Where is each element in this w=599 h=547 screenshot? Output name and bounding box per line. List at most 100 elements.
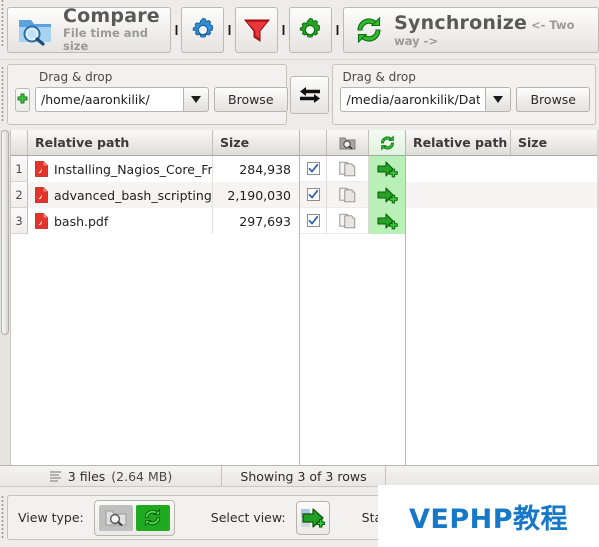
middle-grid-header xyxy=(300,130,405,156)
file-copy-icon xyxy=(327,182,369,208)
folder-search-icon xyxy=(16,13,54,47)
path-gripper-left[interactable] xyxy=(0,67,7,123)
sync-row[interactable] xyxy=(300,208,405,234)
select-view-button[interactable] xyxy=(295,500,330,535)
path-row: Drag & drop Browse xyxy=(0,60,599,130)
status-rows-segment: Showing 3 of 3 rows xyxy=(222,466,386,486)
view-type-label: View type: xyxy=(18,510,84,525)
green-plus-icon xyxy=(16,93,29,106)
table-row[interactable] xyxy=(406,156,599,182)
file-size: 2,190,030 xyxy=(227,187,291,203)
left-drag-drop-label: Drag & drop xyxy=(39,70,113,84)
right-path-combo[interactable] xyxy=(340,87,512,112)
sync-row[interactable] xyxy=(300,182,405,208)
file-name-cell[interactable]: advanced_bash_scripting.pdf xyxy=(28,182,213,208)
row-checkbox[interactable] xyxy=(300,182,327,208)
file-copy-icon xyxy=(327,208,369,234)
category-icon[interactable] xyxy=(327,130,369,155)
right-col-size[interactable]: Size xyxy=(511,130,599,155)
watermark-overlay: VEPHP教程 xyxy=(378,485,599,547)
status-files-segment: 3 files (2.64 MB) xyxy=(0,466,222,486)
file-size: 297,693 xyxy=(239,213,291,229)
left-col-relative-path[interactable]: Relative path xyxy=(28,130,213,155)
right-grid-header: Relative path Size xyxy=(406,130,599,156)
view-type-toggle[interactable] xyxy=(93,499,175,536)
scrollbar-thumb[interactable] xyxy=(1,130,9,335)
left-grid-rows: 1 Installing_Nagios_Core_Fro... 284,938 … xyxy=(11,156,299,234)
swap-sides-button[interactable] xyxy=(290,76,330,114)
green-gear-icon xyxy=(296,16,324,44)
compare-dropdown-arrow[interactable] xyxy=(171,7,182,53)
compare-settings-button[interactable] xyxy=(181,6,224,53)
middle-grid-rows xyxy=(300,156,405,234)
copy-right-icon[interactable] xyxy=(369,208,405,234)
right-folder-panel: Drag & drop Browse xyxy=(332,64,596,125)
left-col-size[interactable]: Size xyxy=(213,130,299,155)
left-path-input[interactable] xyxy=(35,87,183,112)
compare-settings-dropdown[interactable] xyxy=(224,7,235,53)
row-number: 2 xyxy=(11,182,28,208)
file-name-cell[interactable]: Installing_Nagios_Core_Fro... xyxy=(28,156,213,182)
watermark-text: VEPHP教程 xyxy=(408,503,568,535)
sync-row[interactable] xyxy=(300,156,405,182)
window-scrollbar[interactable] xyxy=(0,130,11,465)
sync-action-icon[interactable] xyxy=(369,130,405,155)
compare-subtitle: File time and size xyxy=(63,26,148,54)
left-file-grid: Relative path Size 1 Installing_Nagios_C… xyxy=(11,130,300,465)
sync-settings-button[interactable] xyxy=(289,6,332,53)
blue-gear-icon xyxy=(189,16,217,44)
left-path-combo[interactable] xyxy=(35,87,209,112)
synchronize-button[interactable]: Synchronize <- Two way -> xyxy=(343,6,599,53)
table-row[interactable]: 2 advanced_bash_scripting.pdf 2,190,030 xyxy=(11,182,299,208)
right-path-input[interactable] xyxy=(340,87,486,112)
bottom-gripper[interactable] xyxy=(0,495,7,540)
filter-dropdown[interactable] xyxy=(278,7,289,53)
status-extra-segment xyxy=(386,466,599,486)
select-view-label: Select view: xyxy=(210,510,286,525)
pdf-file-icon xyxy=(35,213,48,229)
left-browse-button[interactable]: Browse xyxy=(214,87,288,112)
file-name: Installing_Nagios_Core_Fro... xyxy=(54,161,213,177)
right-drag-drop-label: Drag & drop xyxy=(342,70,416,84)
sync-settings-dropdown[interactable] xyxy=(332,7,343,53)
row-number: 1 xyxy=(11,156,28,182)
right-browse-button[interactable]: Browse xyxy=(516,87,590,112)
left-grid-header: Relative path Size xyxy=(11,130,299,156)
right-path-dropdown-button[interactable] xyxy=(485,87,512,112)
main-toolbar: Compare File time and size Synchronize <… xyxy=(0,0,599,60)
table-row[interactable]: 3 bash.pdf 297,693 xyxy=(11,208,299,234)
green-sync-icon[interactable] xyxy=(135,504,170,531)
table-row[interactable]: 1 Installing_Nagios_Core_Fro... 284,938 xyxy=(11,156,299,182)
add-folder-pair-button[interactable] xyxy=(15,87,30,112)
folder-search-icon[interactable] xyxy=(98,504,133,531)
right-col-relative-path[interactable]: Relative path xyxy=(406,130,511,155)
compare-button[interactable]: Compare File time and size xyxy=(7,5,171,54)
toolbar-gripper-1[interactable] xyxy=(0,0,7,46)
left-folder-panel: Drag & drop Browse xyxy=(7,64,288,125)
copy-right-icon[interactable] xyxy=(369,156,405,182)
right-grid-rows xyxy=(406,156,599,234)
file-name: bash.pdf xyxy=(54,213,109,229)
swap-arrows-icon xyxy=(297,83,323,107)
file-name: advanced_bash_scripting.pdf xyxy=(54,187,212,203)
status-bar: 3 files (2.64 MB) Showing 3 of 3 rows xyxy=(0,465,599,487)
pdf-file-icon xyxy=(35,187,48,203)
copy-right-icon xyxy=(300,506,326,530)
file-name-cell[interactable]: bash.pdf xyxy=(28,208,213,234)
pdf-file-icon xyxy=(35,161,48,177)
middle-checkbox-header xyxy=(300,130,327,155)
table-row[interactable] xyxy=(406,208,599,234)
file-copy-icon xyxy=(327,156,369,182)
right-browse-label: Browse xyxy=(530,92,576,107)
copy-right-icon[interactable] xyxy=(369,182,405,208)
compare-title: Compare xyxy=(63,5,160,27)
row-checkbox[interactable] xyxy=(300,208,327,234)
comparison-grid: Relative path Size 1 Installing_Nagios_C… xyxy=(0,130,599,465)
row-checkbox[interactable] xyxy=(300,156,327,182)
filter-button[interactable] xyxy=(235,6,278,53)
right-file-grid: Relative path Size xyxy=(406,130,599,465)
status-files-count: 3 files xyxy=(67,468,106,484)
left-path-dropdown-button[interactable] xyxy=(183,87,209,112)
table-row[interactable] xyxy=(406,182,599,208)
list-icon xyxy=(49,470,62,482)
